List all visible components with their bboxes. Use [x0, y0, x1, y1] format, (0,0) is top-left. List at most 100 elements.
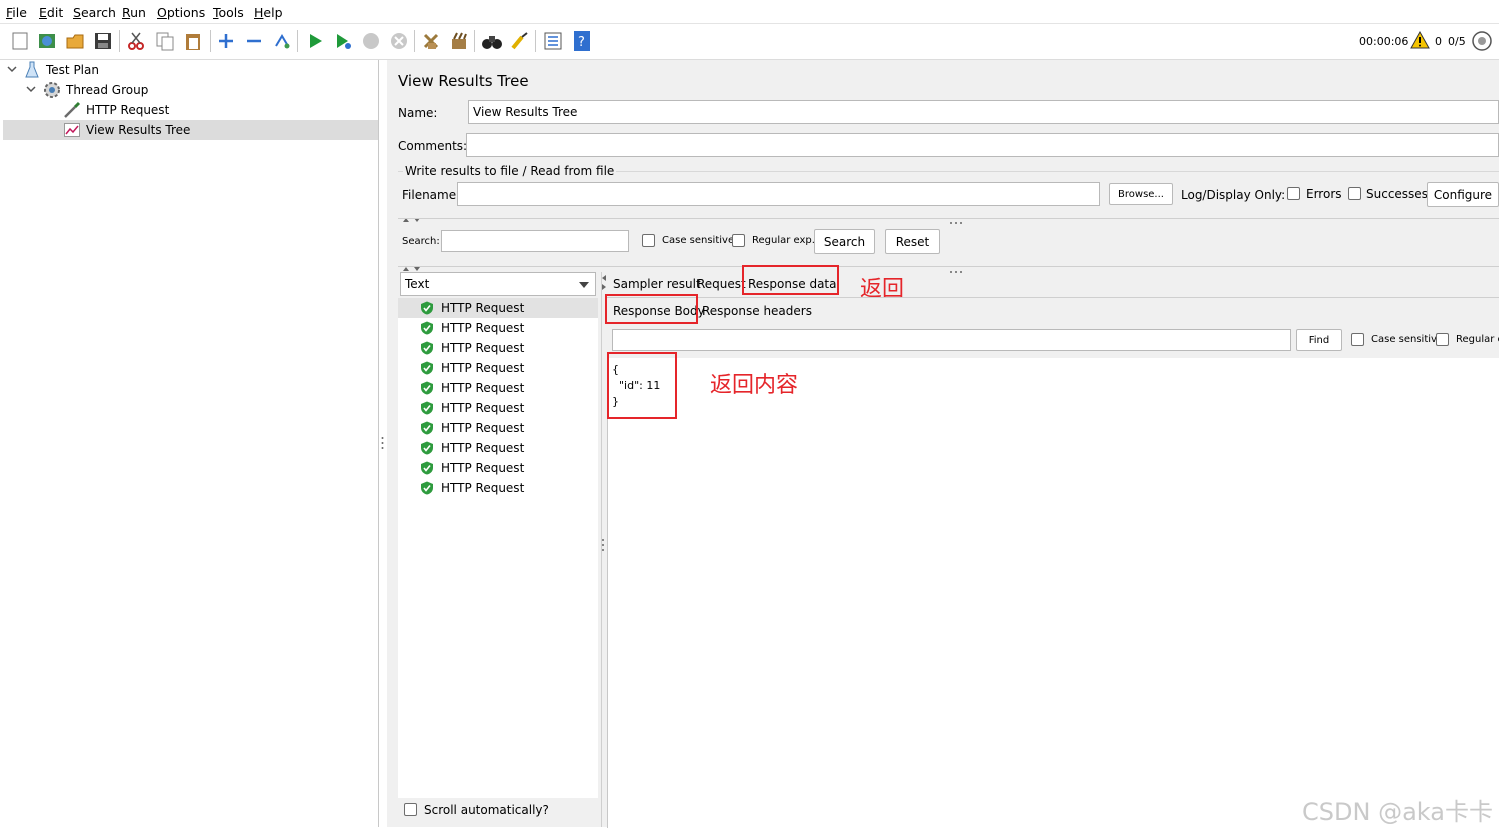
help-icon[interactable]: ?	[570, 29, 594, 53]
save-icon[interactable]	[91, 29, 115, 53]
split-pane-handle[interactable]	[381, 436, 384, 450]
comments-label: Comments:	[398, 139, 468, 153]
result-item[interactable]: HTTP Request	[398, 458, 598, 478]
collapse-arrows-icon[interactable]	[601, 274, 607, 293]
tab-response-headers[interactable]: Response headers	[702, 304, 812, 318]
browse-button[interactable]: Browse...	[1109, 183, 1173, 205]
search-label: Search:	[402, 236, 440, 247]
response-body-view[interactable]: { "id": 11 }	[607, 358, 1499, 828]
name-label: Name:	[398, 106, 438, 120]
find-regex-label: Regular ex	[1456, 334, 1499, 345]
reset-button[interactable]: Reset	[885, 229, 940, 254]
menu-tools[interactable]: Tools	[213, 5, 244, 20]
result-item-label: HTTP Request	[441, 461, 525, 475]
scroll-automatically-checkbox[interactable]	[404, 803, 417, 816]
regex-label: Regular exp.	[752, 235, 815, 246]
warning-icon[interactable]	[1410, 30, 1430, 52]
configure-button[interactable]: Configure	[1427, 182, 1499, 207]
menu-help[interactable]: Help	[254, 5, 283, 20]
result-item[interactable]: HTTP Request	[398, 338, 598, 358]
renderer-select-value: Text	[405, 277, 430, 291]
errors-checkbox[interactable]	[1287, 187, 1300, 200]
chevron-down-icon	[579, 277, 589, 291]
new-icon[interactable]	[8, 29, 32, 53]
success-shield-icon	[420, 301, 434, 315]
start-icon[interactable]	[303, 29, 327, 53]
warning-count: 0	[1435, 35, 1442, 48]
clear-all-icon[interactable]	[447, 29, 471, 53]
result-item[interactable]: HTTP Request	[398, 378, 598, 398]
status-indicator-icon[interactable]	[1471, 30, 1493, 55]
result-item-label: HTTP Request	[441, 441, 525, 455]
regex-checkbox[interactable]	[732, 234, 745, 247]
copy-icon[interactable]	[153, 29, 177, 53]
collapse-arrows-icon[interactable]	[402, 213, 424, 227]
toggle-icon[interactable]	[270, 29, 294, 53]
highlight-box	[742, 265, 839, 295]
splitter-dots-icon[interactable]	[949, 214, 963, 228]
result-item[interactable]: HTTP Request	[398, 478, 598, 498]
clear-icon[interactable]	[419, 29, 443, 53]
chevron-down-icon[interactable]	[26, 83, 36, 97]
find-button[interactable]: Find	[1296, 329, 1342, 351]
search-button[interactable]: Search	[814, 229, 875, 254]
splitter-dots-icon[interactable]	[949, 263, 963, 277]
highlight-box	[607, 352, 677, 419]
successes-label: Successes	[1366, 187, 1428, 201]
reset-search-icon[interactable]	[508, 29, 532, 53]
case-sensitive-checkbox[interactable]	[642, 234, 655, 247]
menu-run[interactable]: Run	[122, 5, 146, 20]
find-input[interactable]	[612, 329, 1291, 351]
tree-item-http-request[interactable]: HTTP Request	[3, 100, 378, 120]
menu-edit[interactable]: Edit	[39, 5, 63, 20]
chart-icon	[64, 123, 80, 140]
collapse-icon[interactable]	[242, 29, 266, 53]
result-item-label: HTTP Request	[441, 401, 525, 415]
success-shield-icon	[420, 341, 434, 355]
renderer-select[interactable]: Text	[400, 272, 596, 296]
comments-field[interactable]	[466, 133, 1499, 157]
result-item[interactable]: HTTP Request	[398, 418, 598, 438]
menu-file[interactable]: File	[6, 5, 27, 20]
open-icon[interactable]	[63, 29, 87, 53]
split-pane-handle[interactable]	[601, 538, 605, 555]
shutdown-icon[interactable]	[387, 29, 411, 53]
function-helper-icon[interactable]	[541, 29, 565, 53]
templates-icon[interactable]	[35, 29, 59, 53]
stop-icon[interactable]	[359, 29, 383, 53]
paste-icon[interactable]	[181, 29, 205, 53]
case-sensitive-label: Case sensitive	[662, 235, 735, 246]
success-shield-icon	[420, 321, 434, 335]
result-item[interactable]: HTTP Request	[398, 358, 598, 378]
menu-options[interactable]: Options	[157, 5, 205, 20]
cut-icon[interactable]	[124, 29, 148, 53]
menu-search[interactable]: Search	[73, 5, 116, 20]
chevron-down-icon[interactable]	[7, 63, 17, 77]
result-item[interactable]: HTTP Request	[398, 298, 598, 318]
tab-sampler-result[interactable]: Sampler result	[613, 277, 701, 291]
result-item[interactable]: HTTP Request	[398, 438, 598, 458]
name-field[interactable]: View Results Tree	[468, 100, 1499, 124]
annotation-return: 返回	[860, 277, 905, 302]
start-no-pauses-icon[interactable]	[331, 29, 355, 53]
filename-field[interactable]	[457, 182, 1100, 206]
result-item-label: HTTP Request	[441, 381, 525, 395]
expand-icon[interactable]	[214, 29, 238, 53]
tree-item-thread-group[interactable]: Thread Group	[3, 80, 378, 100]
tree-item-view-results-tree[interactable]: View Results Tree	[3, 120, 378, 140]
gear-icon	[43, 81, 61, 102]
result-item[interactable]: HTTP Request	[398, 398, 598, 418]
find-case-sensitive-checkbox[interactable]	[1351, 333, 1364, 346]
tree-item-label: View Results Tree	[86, 123, 191, 137]
successes-checkbox[interactable]	[1348, 187, 1361, 200]
search-input[interactable]	[441, 230, 629, 252]
toolbar: ? 00:00:06 0 0/5	[0, 24, 1499, 60]
binoculars-icon[interactable]	[480, 29, 504, 53]
tab-bar-line	[607, 297, 1499, 298]
find-regex-checkbox[interactable]	[1436, 333, 1449, 346]
result-item-label: HTTP Request	[441, 421, 525, 435]
result-item[interactable]: HTTP Request	[398, 318, 598, 338]
page-title: View Results Tree	[398, 72, 529, 90]
tree-item-test-plan[interactable]: Test Plan	[3, 60, 378, 80]
tab-request[interactable]: Request	[697, 277, 746, 291]
